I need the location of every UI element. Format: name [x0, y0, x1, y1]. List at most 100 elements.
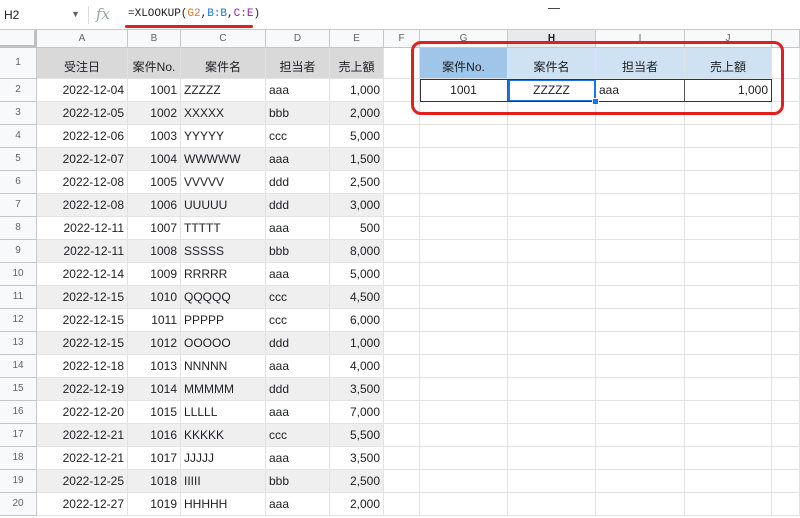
- column-header-a[interactable]: A: [37, 30, 128, 48]
- empty-cell[interactable]: [685, 194, 772, 217]
- table-cell[interactable]: 2022-12-27: [37, 493, 128, 516]
- empty-cell[interactable]: [596, 263, 685, 286]
- empty-cell[interactable]: [772, 286, 800, 309]
- empty-cell[interactable]: [420, 286, 508, 309]
- empty-cell[interactable]: [772, 194, 800, 217]
- table-cell[interactable]: ccc: [266, 286, 330, 309]
- row-header-7[interactable]: 7: [0, 194, 37, 217]
- table-cell[interactable]: 1019: [128, 493, 181, 516]
- empty-cell[interactable]: [420, 217, 508, 240]
- table-cell[interactable]: ddd: [266, 194, 330, 217]
- empty-cell[interactable]: [420, 378, 508, 401]
- empty-cell[interactable]: [508, 171, 596, 194]
- table-cell[interactable]: 1012: [128, 332, 181, 355]
- table-cell[interactable]: 1006: [128, 194, 181, 217]
- empty-cell[interactable]: [508, 263, 596, 286]
- row-header-13[interactable]: 13: [0, 332, 37, 355]
- table-cell[interactable]: 1,500: [330, 148, 384, 171]
- empty-cell[interactable]: [384, 447, 420, 470]
- table-cell[interactable]: PPPPP: [181, 309, 266, 332]
- table-cell[interactable]: 2022-12-19: [37, 378, 128, 401]
- table-cell[interactable]: 1013: [128, 355, 181, 378]
- empty-cell[interactable]: [384, 263, 420, 286]
- table-cell[interactable]: 2022-12-08: [37, 194, 128, 217]
- table-cell[interactable]: bbb: [266, 470, 330, 493]
- select-all-corner[interactable]: [0, 30, 37, 48]
- table-cell[interactable]: 3,500: [330, 447, 384, 470]
- row-header-14[interactable]: 14: [0, 355, 37, 378]
- empty-cell[interactable]: [596, 378, 685, 401]
- empty-cell[interactable]: [596, 470, 685, 493]
- row-header-3[interactable]: 3: [0, 102, 37, 125]
- table-cell[interactable]: 2022-12-14: [37, 263, 128, 286]
- empty-cell[interactable]: [384, 286, 420, 309]
- empty-cell[interactable]: [596, 171, 685, 194]
- table-header-cell[interactable]: 案件名: [181, 48, 266, 79]
- table-cell[interactable]: 1,000: [330, 79, 384, 102]
- empty-cell[interactable]: [384, 378, 420, 401]
- row-header-4[interactable]: 4: [0, 125, 37, 148]
- empty-cell[interactable]: [508, 309, 596, 332]
- empty-cell[interactable]: [508, 493, 596, 516]
- empty-cell[interactable]: [772, 240, 800, 263]
- table-cell[interactable]: 2022-12-15: [37, 286, 128, 309]
- empty-cell[interactable]: [508, 148, 596, 171]
- empty-cell[interactable]: [772, 148, 800, 171]
- empty-cell[interactable]: [685, 263, 772, 286]
- empty-cell[interactable]: [596, 286, 685, 309]
- empty-cell[interactable]: [596, 194, 685, 217]
- table-cell[interactable]: ZZZZZ: [181, 79, 266, 102]
- table-cell[interactable]: bbb: [266, 240, 330, 263]
- empty-cell[interactable]: [384, 332, 420, 355]
- table-cell[interactable]: bbb: [266, 102, 330, 125]
- empty-cell[interactable]: [596, 424, 685, 447]
- empty-cell[interactable]: [384, 424, 420, 447]
- row-header-17[interactable]: 17: [0, 424, 37, 447]
- empty-cell[interactable]: [772, 378, 800, 401]
- table-cell[interactable]: aaa: [266, 148, 330, 171]
- empty-cell[interactable]: [685, 355, 772, 378]
- table-cell[interactable]: VVVVV: [181, 171, 266, 194]
- empty-cell[interactable]: [508, 447, 596, 470]
- row-header-9[interactable]: 9: [0, 240, 37, 263]
- empty-cell[interactable]: [384, 309, 420, 332]
- table-cell[interactable]: TTTTT: [181, 217, 266, 240]
- empty-cell[interactable]: [508, 194, 596, 217]
- table-cell[interactable]: aaa: [266, 355, 330, 378]
- table-cell[interactable]: 2022-12-21: [37, 447, 128, 470]
- empty-cell[interactable]: [596, 240, 685, 263]
- table-cell[interactable]: ccc: [266, 424, 330, 447]
- table-header-cell[interactable]: 案件No.: [128, 48, 181, 79]
- name-box[interactable]: H2 ▼: [4, 8, 84, 24]
- empty-cell[interactable]: [772, 332, 800, 355]
- empty-cell[interactable]: [508, 401, 596, 424]
- row-header-11[interactable]: 11: [0, 286, 37, 309]
- row-header-12[interactable]: 12: [0, 309, 37, 332]
- empty-cell[interactable]: [384, 148, 420, 171]
- empty-cell[interactable]: [420, 424, 508, 447]
- empty-cell[interactable]: [596, 447, 685, 470]
- table-cell[interactable]: ddd: [266, 378, 330, 401]
- table-cell[interactable]: JJJJJ: [181, 447, 266, 470]
- table-cell[interactable]: 3,500: [330, 378, 384, 401]
- table-cell[interactable]: 1007: [128, 217, 181, 240]
- table-cell[interactable]: 2,500: [330, 171, 384, 194]
- table-cell[interactable]: 2022-12-20: [37, 401, 128, 424]
- empty-cell[interactable]: [384, 240, 420, 263]
- empty-cell[interactable]: [596, 148, 685, 171]
- empty-cell[interactable]: [685, 309, 772, 332]
- column-header-c[interactable]: C: [181, 30, 266, 48]
- empty-cell[interactable]: [420, 447, 508, 470]
- table-cell[interactable]: 1014: [128, 378, 181, 401]
- table-cell[interactable]: UUUUU: [181, 194, 266, 217]
- empty-cell[interactable]: [685, 401, 772, 424]
- empty-cell[interactable]: [420, 171, 508, 194]
- row-header-1[interactable]: 1: [0, 48, 37, 79]
- table-cell[interactable]: 1005: [128, 171, 181, 194]
- row-header-5[interactable]: 5: [0, 148, 37, 171]
- row-header-6[interactable]: 6: [0, 171, 37, 194]
- empty-cell[interactable]: [420, 263, 508, 286]
- table-cell[interactable]: 5,000: [330, 263, 384, 286]
- table-cell[interactable]: ddd: [266, 332, 330, 355]
- table-cell[interactable]: 2,000: [330, 493, 384, 516]
